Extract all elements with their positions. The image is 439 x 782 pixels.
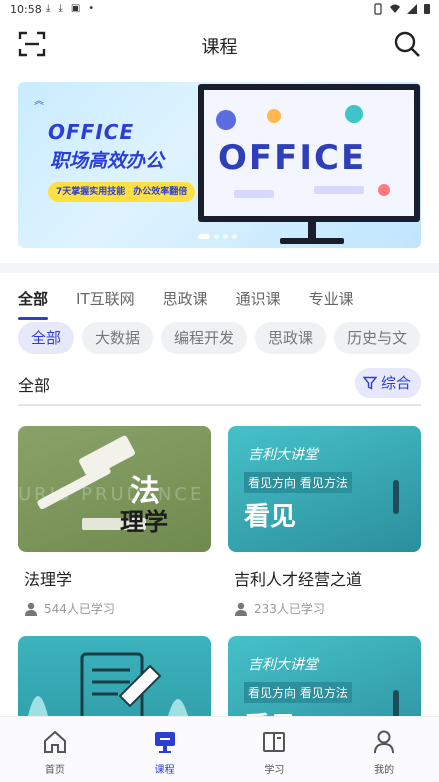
nav-label: 学习	[264, 765, 285, 776]
home-icon	[43, 730, 66, 753]
tab-general[interactable]: 通识课	[236, 288, 281, 312]
search-icon[interactable]	[393, 30, 421, 58]
thumb-subtitle: 看见方向 看见方法	[244, 472, 352, 493]
battery-icon	[424, 4, 430, 14]
section-separator	[0, 263, 439, 273]
promo-banner[interactable]: ︽ OFFICE 职场高效办公 7天掌握实用技能 办公效率翻倍 OFFICE	[18, 82, 421, 248]
learner-count: 233人已学习	[254, 602, 325, 616]
wifi-icon	[390, 4, 400, 13]
course-name[interactable]: 吉利人才经营之道	[228, 566, 421, 590]
carousel-dot[interactable]	[214, 234, 219, 239]
screen-word: OFFICE	[218, 138, 367, 178]
carousel-dot[interactable]	[223, 234, 228, 239]
tab-ideology[interactable]: 思政课	[163, 288, 208, 312]
banner-sub-left: 7天掌握实用技能	[56, 187, 126, 197]
nav-label: 我的	[374, 765, 395, 776]
nav-label: 课程	[154, 765, 175, 776]
notification-icons: ⤓ ⤓ ▣ •	[46, 3, 94, 14]
filter-row: 全部 综合	[18, 368, 421, 398]
thumb-title-sub: 理学	[120, 508, 168, 536]
page-title: 课程	[201, 37, 238, 58]
banner-brand: OFFICE	[48, 120, 135, 144]
person-icon	[235, 602, 247, 616]
chip-programming[interactable]: 编程开发	[161, 322, 248, 354]
banner-sub-right: 办公效率翻倍	[133, 187, 188, 197]
status-bar: 10:58 ⤓ ⤓ ▣ •	[0, 0, 439, 20]
person-icon	[25, 602, 37, 616]
carousel-dot[interactable]	[198, 234, 210, 239]
subcategory-chips: 全部 大数据 编程开发 思政课 历史与文	[18, 322, 421, 354]
bottom-nav: 首页 课程 学习 我的	[0, 716, 439, 782]
chip-history[interactable]: 历史与文	[334, 322, 421, 354]
monitor-base	[280, 238, 344, 244]
filter-icon	[362, 376, 377, 390]
download-icon: ⤓	[58, 3, 63, 14]
thumb-title-main: 吉利大讲堂	[248, 447, 318, 463]
signal-icon	[407, 4, 417, 14]
carousel-indicator[interactable]	[198, 234, 237, 239]
learner-count: 544人已学习	[44, 602, 115, 616]
download-icon: ⤓	[46, 3, 51, 14]
category-tabs: 全部 IT互联网 思政课 通识课 专业课	[18, 288, 382, 320]
status-time: 10:58	[10, 3, 42, 16]
course-meta: 233人已学习	[228, 600, 421, 617]
nav-item-study[interactable]: 学习	[220, 717, 330, 782]
course-card[interactable]: 吉利大讲堂 看见方向 看见方法 看见 吉利人才经营之道 233人已学习	[228, 426, 421, 617]
banner-tagline: 职场高效办公	[50, 150, 165, 172]
sort-label: 综合	[380, 374, 411, 392]
course-card[interactable]: URIS PRUDENCE 法 理学 法理学 544人已学习	[18, 426, 211, 617]
monitor-screen: OFFICE	[204, 90, 414, 216]
tab-all[interactable]: 全部	[18, 288, 49, 320]
chip-all[interactable]: 全部	[18, 322, 75, 354]
top-bar: 课程	[0, 20, 439, 68]
nav-item-home[interactable]: 首页	[0, 717, 110, 782]
chip-big-data[interactable]: 大数据	[82, 322, 154, 354]
gavel-icon	[37, 435, 146, 530]
tab-it-internet[interactable]: IT互联网	[76, 288, 135, 312]
thumb-title-sub: 看见	[244, 502, 297, 532]
system-icons	[372, 3, 431, 15]
chip-ideology[interactable]: 思政课	[255, 322, 327, 354]
course-icon	[154, 732, 175, 753]
vibrate-icon	[374, 3, 382, 15]
banner-subtitle: 7天掌握实用技能 办公效率翻倍	[48, 182, 196, 202]
monitor-illustration: OFFICE	[198, 84, 420, 222]
carousel-dot[interactable]	[232, 234, 237, 239]
sort-button[interactable]: 综合	[354, 368, 421, 398]
nav-item-profile[interactable]: 我的	[329, 717, 439, 782]
divider	[18, 404, 421, 406]
course-thumbnail[interactable]: URIS PRUDENCE 法 理学	[18, 426, 211, 552]
silhouette-figure	[393, 480, 399, 514]
profile-icon	[374, 730, 395, 754]
study-icon	[263, 732, 286, 752]
chevron-up-icon: ︽	[34, 96, 44, 107]
dot-icon: •	[88, 3, 95, 14]
filter-label: 全部	[18, 376, 51, 395]
tab-professional[interactable]: 专业课	[309, 288, 354, 312]
course-meta: 544人已学习	[18, 600, 211, 617]
course-thumbnail[interactable]: 吉利大讲堂 看见方向 看见方法 看见	[228, 426, 421, 552]
app-icon: ▣	[70, 3, 81, 14]
thumb-title-main: 吉利大讲堂	[248, 657, 318, 673]
nav-label: 首页	[44, 765, 65, 776]
thumb-subtitle: 看见方向 看见方法	[244, 682, 352, 703]
nav-item-course[interactable]: 课程	[110, 717, 220, 782]
course-name[interactable]: 法理学	[18, 566, 211, 590]
